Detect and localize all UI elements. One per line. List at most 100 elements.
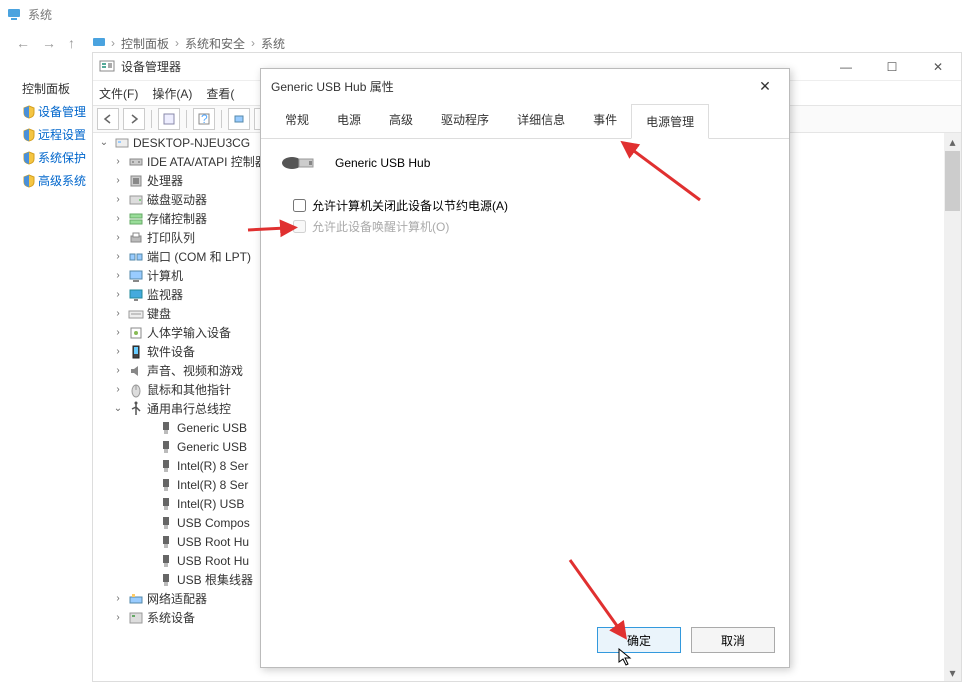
allow-power-off-checkbox[interactable]	[293, 199, 306, 212]
tree-label: 存储控制器	[147, 210, 207, 227]
breadcrumb-seg[interactable]: 系统	[261, 35, 285, 52]
mouse-icon	[128, 382, 144, 398]
hid-icon	[128, 325, 144, 341]
scroll-up-icon[interactable]: ▴	[944, 133, 961, 150]
side-link[interactable]: 高级系统	[22, 172, 86, 189]
tb-help-button[interactable]: ?	[193, 108, 215, 130]
button-label: 取消	[721, 632, 745, 649]
nav-back-icon[interactable]: ←	[16, 35, 30, 51]
tree-label: 计算机	[147, 267, 183, 284]
side-link-label: 设备管理	[38, 103, 86, 120]
checkbox-row-allow-off[interactable]: 允许计算机关闭此设备以节约电源(A)	[293, 197, 769, 214]
prop-titlebar: Generic USB Hub 属性 ✕	[261, 69, 789, 103]
tree-label: USB Root Hu	[177, 535, 249, 549]
tree-label: Generic USB	[177, 421, 247, 435]
usb-device-icon	[281, 153, 313, 173]
usbdev-icon	[158, 477, 174, 493]
tb-forward-button[interactable]	[123, 108, 145, 130]
dm-icon	[99, 59, 115, 75]
tb-scan-button[interactable]	[228, 108, 250, 130]
usbdev-icon	[158, 534, 174, 550]
tree-label: 鼠标和其他指针	[147, 381, 231, 398]
breadcrumb-seg[interactable]: 系统和安全	[185, 35, 245, 52]
nav-up-icon[interactable]: ↑	[68, 35, 75, 51]
tab-4[interactable]: 详细信息	[503, 103, 579, 138]
usb-icon	[128, 401, 144, 417]
breadcrumb-seg[interactable]: 控制面板	[121, 35, 169, 52]
tree-label: USB Root Hu	[177, 554, 249, 568]
system-icon	[6, 6, 22, 22]
usbdev-icon	[158, 439, 174, 455]
tree-label: 磁盘驱动器	[147, 191, 207, 208]
system-title: 系统	[28, 6, 52, 23]
side-link-label: 远程设置	[38, 126, 86, 143]
side-link[interactable]: 系统保护	[22, 149, 86, 166]
prop-body: Generic USB Hub 允许计算机关闭此设备以节约电源(A) 允许此设备…	[261, 139, 789, 253]
checkbox-label: 允许计算机关闭此设备以节约电源(A)	[312, 197, 508, 214]
maximize-button[interactable]: ☐	[869, 53, 915, 81]
system-titlebar: 系统	[0, 0, 968, 28]
side-link[interactable]: 设备管理	[22, 103, 86, 120]
storage-icon	[128, 211, 144, 227]
menu-file[interactable]: 文件(F)	[99, 85, 138, 102]
tab-1[interactable]: 电源	[323, 103, 375, 138]
tree-label: 键盘	[147, 305, 171, 322]
breadcrumb-icon	[91, 35, 107, 51]
shield-icon	[22, 174, 36, 188]
menu-view[interactable]: 查看(	[206, 85, 234, 102]
usbdev-icon	[158, 572, 174, 588]
tab-2[interactable]: 高级	[375, 103, 427, 138]
tree-label: 软件设备	[147, 343, 195, 360]
side-link[interactable]: 远程设置	[22, 126, 86, 143]
button-label: 确定	[627, 632, 651, 649]
printer-icon	[128, 230, 144, 246]
tree-label: 端口 (COM 和 LPT)	[147, 248, 251, 265]
computer-icon	[128, 268, 144, 284]
device-name-label: Generic USB Hub	[335, 156, 430, 170]
tree-label: 通用串行总线控	[147, 400, 231, 417]
minimize-button[interactable]: —	[823, 53, 869, 81]
scroll-thumb[interactable]	[945, 151, 960, 211]
side-link[interactable]: 控制面板	[22, 80, 86, 97]
side-link-label: 控制面板	[22, 80, 70, 97]
tb-back-button[interactable]	[97, 108, 119, 130]
scroll-down-icon[interactable]: ▾	[944, 664, 961, 681]
checkbox-row-allow-wake: 允许此设备唤醒计算机(O)	[293, 218, 769, 235]
shield-icon	[22, 105, 36, 119]
tree-label: Intel(R) USB	[177, 497, 244, 511]
close-button[interactable]: ✕	[745, 72, 785, 100]
chevron-icon: ›	[251, 36, 255, 50]
tree-label: Intel(R) 8 Ser	[177, 478, 248, 492]
cancel-button[interactable]: 取消	[691, 627, 775, 653]
prop-tabs: 常规电源高级驱动程序详细信息事件电源管理	[261, 103, 789, 139]
ok-button[interactable]: 确定	[597, 627, 681, 653]
tb-properties-button[interactable]	[158, 108, 180, 130]
tree-label: 系统设备	[147, 609, 195, 626]
tree-label: Generic USB	[177, 440, 247, 454]
prop-title: Generic USB Hub 属性	[271, 78, 745, 95]
usbdev-icon	[158, 553, 174, 569]
tree-label: IDE ATA/ATAPI 控制器	[147, 153, 267, 170]
svg-text:?: ?	[201, 113, 208, 125]
tab-6[interactable]: 电源管理	[631, 104, 709, 139]
usbdev-icon	[158, 515, 174, 531]
menu-action[interactable]: 操作(A)	[152, 85, 192, 102]
port-icon	[128, 249, 144, 265]
side-panel: 控制面板 设备管理 远程设置 系统保护 高级系统	[22, 80, 86, 195]
tab-0[interactable]: 常规	[271, 103, 323, 138]
allow-wake-checkbox	[293, 220, 306, 233]
tree-label: 声音、视频和游戏	[147, 362, 243, 379]
tree-label: 监视器	[147, 286, 183, 303]
tree-scrollbar[interactable]: ▴ ▾	[944, 133, 961, 681]
usbdev-icon	[158, 420, 174, 436]
tab-3[interactable]: 驱动程序	[427, 103, 503, 138]
tab-5[interactable]: 事件	[579, 103, 631, 138]
usbdev-icon	[158, 496, 174, 512]
close-button[interactable]: ✕	[915, 53, 961, 81]
side-link-label: 高级系统	[38, 172, 86, 189]
nav-forward-icon[interactable]: →	[42, 35, 56, 51]
tree-label: Intel(R) 8 Ser	[177, 459, 248, 473]
chevron-icon: ›	[111, 36, 115, 50]
chevron-icon: ›	[175, 36, 179, 50]
shield-icon	[22, 151, 36, 165]
